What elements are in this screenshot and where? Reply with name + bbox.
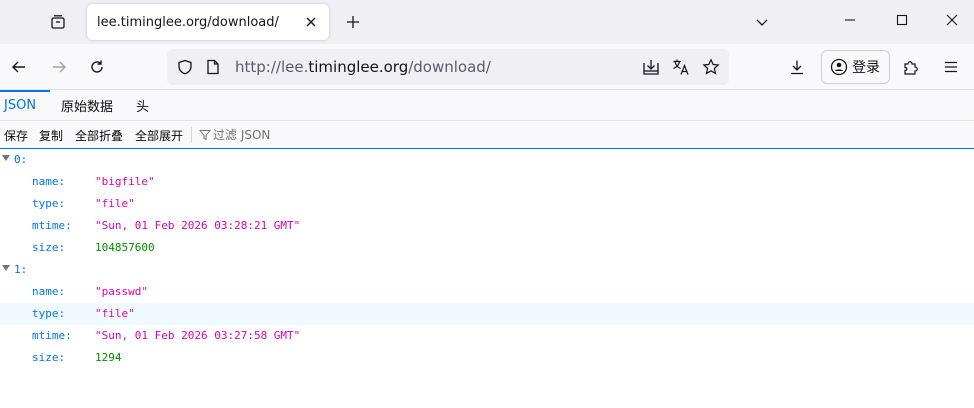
json-key: type: (32, 307, 66, 320)
tree-row[interactable]: name: "passwd" (0, 281, 974, 303)
app-menu-button[interactable] (936, 52, 966, 82)
array-index: 0: (14, 153, 28, 166)
tab-title: lee.timinglee.org/download/ (97, 14, 279, 30)
close-icon (946, 14, 958, 26)
filter-icon (199, 129, 211, 140)
tracking-protection-button[interactable] (173, 55, 197, 79)
json-key: mtime: (32, 219, 72, 232)
json-number-value: 104857600 (95, 241, 155, 254)
bookmark-star-button[interactable] (699, 55, 723, 79)
json-string-value: "Sun, 01 Feb 2026 03:27:58 GMT" (95, 329, 301, 342)
url-path: /download/ (408, 58, 491, 76)
save-page-icon (643, 60, 659, 75)
array-index: 1: (14, 263, 28, 276)
tree-row[interactable]: mtime: "Sun, 01 Feb 2026 03:27:58 GMT" (0, 325, 974, 347)
json-string-value: "file" (95, 197, 135, 210)
close-icon (306, 17, 316, 27)
json-key: size: (32, 241, 66, 254)
forward-button[interactable] (44, 52, 74, 82)
json-string-value: "bigfile" (95, 175, 155, 188)
tab-close-button[interactable] (299, 10, 323, 34)
toolbar-divider (191, 127, 192, 143)
tab-list-icon (51, 15, 65, 29)
expand-triangle-icon[interactable] (2, 265, 10, 271)
download-icon (791, 60, 803, 75)
tree-row-item-0[interactable]: 0: (0, 149, 974, 171)
save-to-pocket-button[interactable] (639, 55, 663, 79)
expand-all-button[interactable]: 全部展开 (135, 127, 183, 144)
tab-strip: lee.timinglee.org/download/ (0, 0, 974, 44)
save-button[interactable]: 保存 (4, 127, 28, 144)
tree-row[interactable]: name: "bigfile" (0, 171, 974, 193)
maximize-button[interactable] (880, 0, 924, 40)
hamburger-menu-icon (945, 61, 957, 73)
account-icon (830, 58, 848, 76)
browser-tab[interactable]: lee.timinglee.org/download/ (87, 4, 329, 40)
json-tree: 0: name: "bigfile" type: "file" mtime: "… (0, 149, 974, 369)
reload-button[interactable] (82, 52, 112, 82)
minimize-button[interactable] (828, 0, 872, 40)
maximize-icon (896, 14, 908, 26)
arrow-right-icon (53, 61, 66, 73)
json-key: size: (32, 351, 66, 364)
expand-triangle-icon[interactable] (2, 155, 10, 161)
json-string-value: "file" (95, 307, 135, 320)
url-text[interactable]: http://lee.timinglee.org/download/ (235, 58, 491, 76)
tree-row-hovered[interactable]: type: "file" (0, 303, 974, 325)
tab-headers[interactable]: 头 (136, 90, 149, 120)
tree-row-item-1[interactable]: 1: (0, 259, 974, 281)
filter-json-input[interactable]: 过滤 JSON (199, 126, 270, 143)
json-number-value: 1294 (95, 351, 122, 364)
tree-row[interactable]: size: 1294 (0, 347, 974, 369)
page-icon (207, 59, 219, 75)
json-key: mtime: (32, 329, 72, 342)
tree-row[interactable]: mtime: "Sun, 01 Feb 2026 03:28:21 GMT" (0, 215, 974, 237)
downloads-button[interactable] (782, 52, 812, 82)
window-close-button[interactable] (930, 0, 974, 40)
collapse-all-button[interactable]: 全部折叠 (75, 127, 123, 144)
translate-icon (673, 59, 689, 75)
tab-raw-data[interactable]: 原始数据 (61, 90, 113, 120)
navigation-toolbar: http://lee.timinglee.org/download/ 登录 (0, 44, 974, 90)
url-host: timinglee.org (308, 58, 409, 76)
plus-icon (347, 16, 359, 28)
url-prefix: http://lee. (235, 58, 309, 76)
arrow-left-icon (12, 61, 25, 73)
tree-row[interactable]: size: 104857600 (0, 237, 974, 259)
filter-placeholder: 过滤 JSON (213, 128, 271, 142)
tab-list-button[interactable] (44, 8, 72, 36)
json-string-value: "Sun, 01 Feb 2026 03:28:21 GMT" (95, 219, 301, 232)
json-viewer-tabs: JSON 原始数据 头 (0, 90, 974, 121)
tab-json[interactable]: JSON (4, 90, 36, 120)
tree-row[interactable]: type: "file" (0, 193, 974, 215)
json-string-value: "passwd" (95, 285, 148, 298)
copy-button[interactable]: 复制 (39, 127, 63, 144)
json-key: type: (32, 197, 66, 210)
site-info-button[interactable] (201, 55, 225, 79)
puzzle-icon (904, 61, 918, 75)
chevron-down-icon (756, 19, 768, 26)
json-key: name: (32, 285, 66, 298)
json-key: name: (32, 175, 66, 188)
reload-icon (91, 60, 103, 73)
minimize-icon (845, 19, 855, 21)
account-login-button[interactable]: 登录 (821, 50, 890, 84)
list-all-tabs-button[interactable] (748, 8, 776, 36)
json-toolbar: 保存 复制 全部折叠 全部展开 过滤 JSON (0, 122, 974, 149)
back-button[interactable] (4, 52, 34, 82)
translate-button[interactable] (669, 55, 693, 79)
url-bar[interactable]: http://lee.timinglee.org/download/ (167, 49, 729, 85)
login-label: 登录 (852, 60, 880, 76)
shield-icon (178, 59, 192, 75)
extensions-button[interactable] (896, 52, 926, 82)
star-icon (702, 58, 720, 75)
new-tab-button[interactable] (339, 8, 367, 36)
